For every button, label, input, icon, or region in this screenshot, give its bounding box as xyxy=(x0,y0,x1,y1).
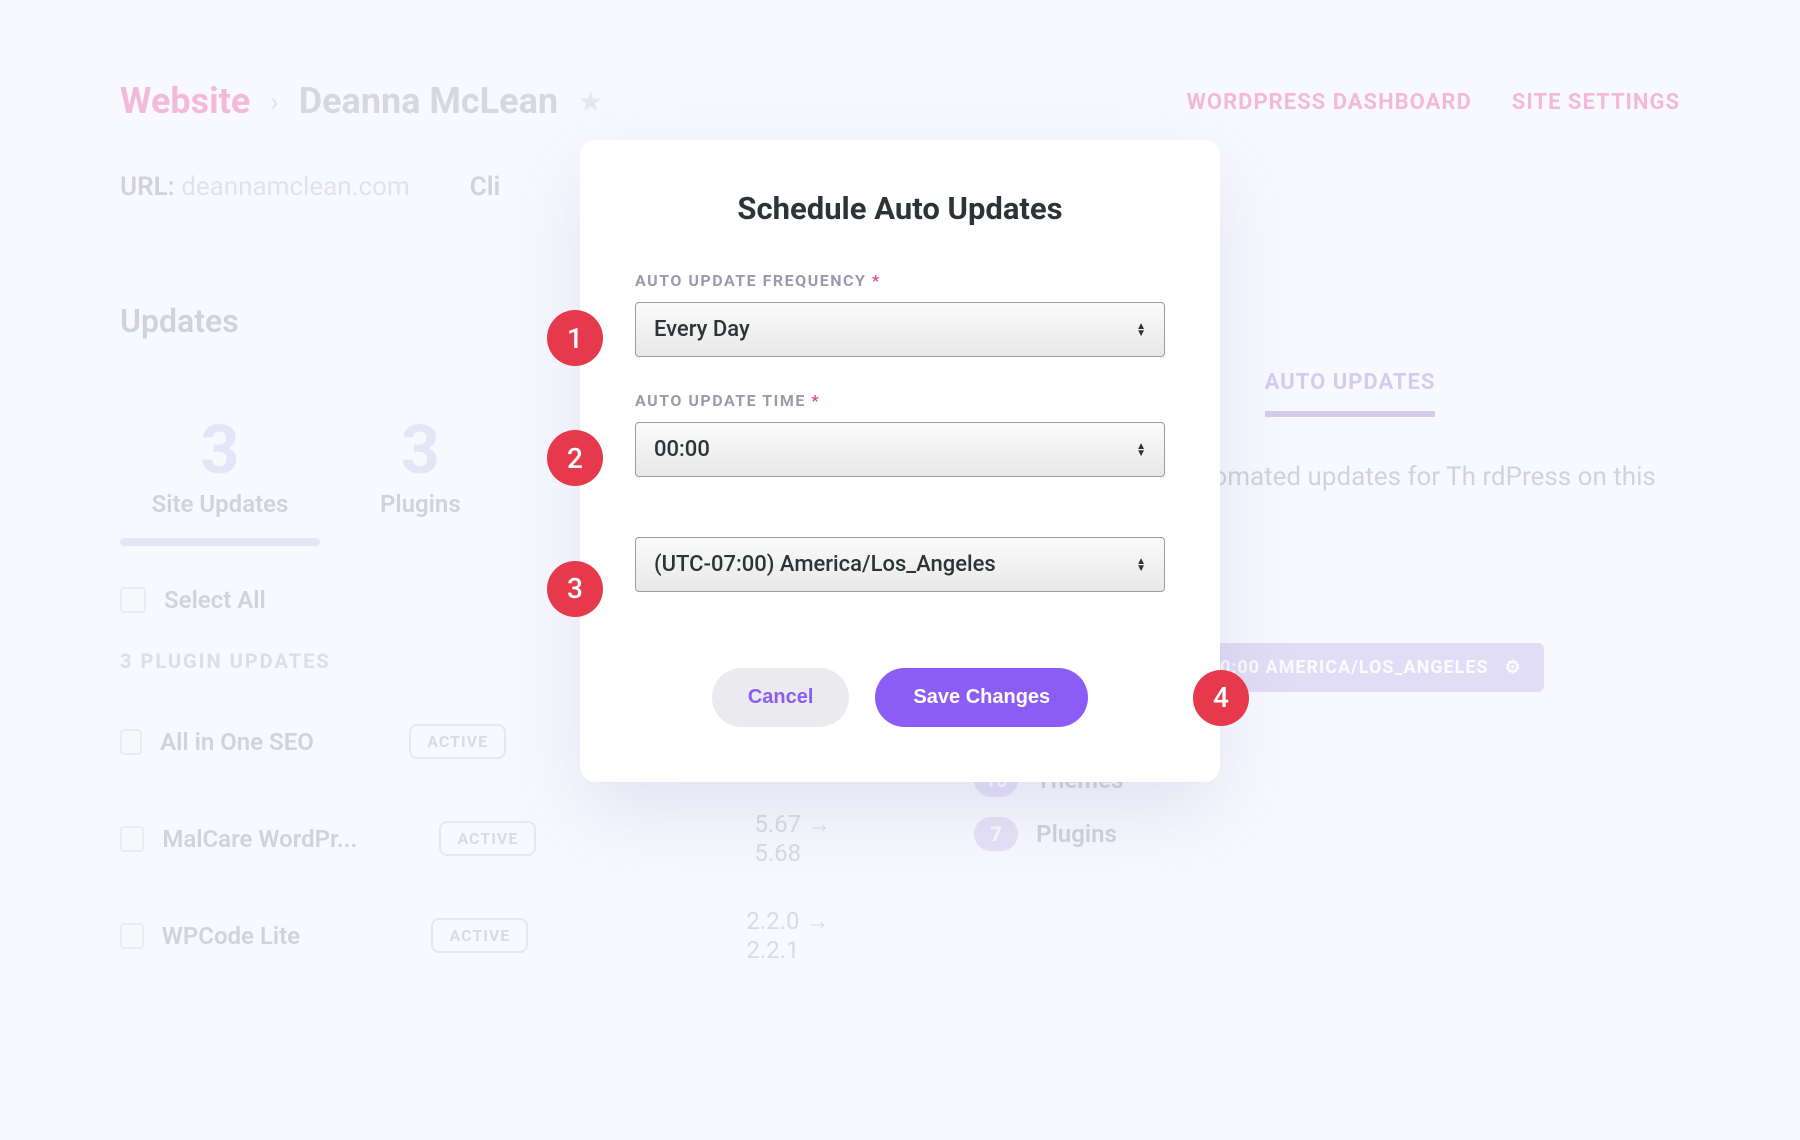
step-badge-1: 1 xyxy=(547,310,603,366)
frequency-select[interactable]: Every Day ▲▼ xyxy=(635,302,1165,357)
time-label: AUTO UPDATE TIME * xyxy=(635,391,1165,410)
modal-backdrop: Schedule Auto Updates 1 AUTO UPDATE FREQ… xyxy=(0,0,1800,1140)
save-button[interactable]: Save Changes xyxy=(875,668,1088,727)
schedule-modal: Schedule Auto Updates 1 AUTO UPDATE FREQ… xyxy=(580,140,1220,782)
cancel-button[interactable]: Cancel xyxy=(712,668,850,727)
frequency-label: AUTO UPDATE FREQUENCY * xyxy=(635,271,1165,290)
step-badge-2: 2 xyxy=(547,430,603,486)
step-badge-3: 3 xyxy=(547,561,603,617)
select-arrows-icon: ▲▼ xyxy=(1136,443,1146,457)
select-arrows-icon: ▲▼ xyxy=(1136,558,1146,572)
step-badge-4: 4 xyxy=(1193,670,1249,726)
time-select[interactable]: 00:00 ▲▼ xyxy=(635,422,1165,477)
modal-title: Schedule Auto Updates xyxy=(635,190,1165,227)
timezone-select[interactable]: (UTC-07:00) America/Los_Angeles ▲▼ xyxy=(635,537,1165,592)
select-arrows-icon: ▲▼ xyxy=(1136,323,1146,337)
